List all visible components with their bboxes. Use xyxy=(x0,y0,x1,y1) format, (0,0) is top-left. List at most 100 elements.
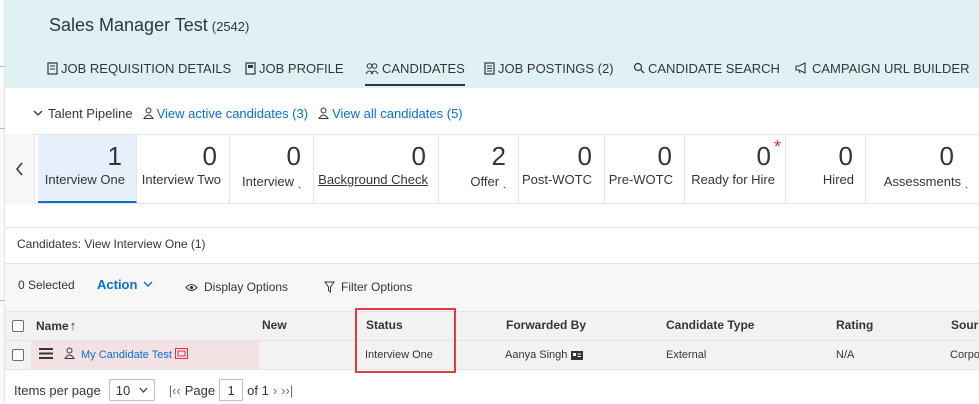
required-flag: * xyxy=(773,137,781,157)
stage-offer[interactable]: 2 Offer ˎ xyxy=(439,135,519,203)
candidates-panel-title: Candidates: View Interview One (1) xyxy=(17,237,206,251)
view-all-candidates-label: View all candidates (5) xyxy=(332,105,463,121)
tab-job-requisition-details[interactable]: JOB REQUISITION DETAILS xyxy=(47,58,231,78)
view-active-candidates-label: View active candidates (3) xyxy=(156,105,309,121)
tab-candidate-search[interactable]: CANDIDATE SEARCH xyxy=(633,58,780,78)
selected-count: 0 Selected xyxy=(18,278,75,292)
page-title: Sales Manager Test (2542) xyxy=(49,15,249,36)
action-menu-button[interactable]: Action xyxy=(97,277,159,292)
person-icon xyxy=(64,347,75,359)
filter-options-label: Filter Options xyxy=(341,280,413,294)
pipeline-toolbar: Talent Pipeline View active candidates (… xyxy=(33,103,473,123)
talent-pipeline-toggle[interactable]: Talent Pipeline xyxy=(33,106,133,121)
tab-label: JOB REQUISITION DETAILS xyxy=(61,60,232,76)
items-per-page-select[interactable]: 10 xyxy=(108,379,155,401)
talent-pipeline-label: Talent Pipeline xyxy=(48,105,133,121)
tab-campaign-url-builder[interactable]: CAMPAIGN URL BUILDER xyxy=(795,58,969,78)
candidate-type-cell: External xyxy=(666,349,707,361)
status-cell: Interview One xyxy=(365,349,433,361)
page-total-label: of 1 xyxy=(247,382,269,398)
display-options-label: Display Options xyxy=(204,280,289,294)
search-icon xyxy=(633,62,645,74)
tab-label: CANDIDATES xyxy=(382,60,465,76)
stage-count: 0 xyxy=(411,141,426,171)
stage-name: Background Check xyxy=(318,172,428,187)
stage-hired[interactable]: 0 Hired xyxy=(786,135,866,203)
people-icon xyxy=(365,62,379,74)
stage-interview-one[interactable]: 1 Interview One xyxy=(38,135,137,203)
page-label: Page xyxy=(184,382,216,398)
stage-count: 0 xyxy=(286,141,301,171)
row-checkbox[interactable] xyxy=(12,349,24,361)
megaphone-icon xyxy=(795,62,806,74)
stage-name: Offer ˎ xyxy=(470,174,507,189)
row-menu-icon[interactable] xyxy=(39,348,53,359)
forwarded-by-name: Aanya Singh xyxy=(505,349,568,361)
view-all-candidates-link[interactable]: View all candidates (5) xyxy=(318,106,463,121)
tab-label: CANDIDATE SEARCH xyxy=(648,60,780,76)
select-all-checkbox[interactable] xyxy=(12,320,24,332)
column-header-rating[interactable]: Rating xyxy=(836,318,873,332)
profile-doc-icon xyxy=(245,61,256,75)
column-header-source[interactable]: Sour xyxy=(951,318,978,332)
chevron-left-icon xyxy=(16,162,23,176)
eye-icon xyxy=(185,283,198,291)
page-root: Sales Manager Test (2542) JOB REQUISITION… xyxy=(0,0,979,404)
stage-interview-two[interactable]: 0 Interview Two xyxy=(137,135,230,203)
forwarded-by-cell: Aanya Singh xyxy=(505,349,584,361)
tab-label: JOB PROFILE xyxy=(259,60,344,76)
stage-name: Ready for Hire xyxy=(691,172,775,187)
stage-count: 0 xyxy=(939,141,954,171)
filter-options-button[interactable]: Filter Options xyxy=(324,280,412,294)
stage-name: Pre-WOTC xyxy=(608,172,673,187)
scroll-left-button[interactable] xyxy=(5,134,35,204)
stage-assessments[interactable]: 0 Assessments ˎ xyxy=(866,135,979,203)
stage-name: Post-WOTC xyxy=(521,172,592,187)
page-number-input[interactable]: 1 xyxy=(219,379,244,401)
tab-label: JOB POSTINGS (2) xyxy=(498,60,614,76)
person-icon xyxy=(142,107,154,119)
stage-count: 1 xyxy=(107,141,122,171)
column-header-candidate-type[interactable]: Candidate Type xyxy=(666,318,754,332)
stage-count: 0 xyxy=(202,141,217,171)
column-header-forwarded-by[interactable]: Forwarded By xyxy=(506,318,586,332)
tab-candidates[interactable]: CANDIDATES xyxy=(365,58,465,86)
stage-interview[interactable]: 0 Interview ˎ xyxy=(230,135,314,203)
job-title: Sales Manager Test xyxy=(49,15,208,35)
list-doc-icon xyxy=(484,61,495,75)
requisition-id: (2542) xyxy=(211,19,250,34)
items-per-page-label: Items per page xyxy=(14,382,101,398)
stage-post-wotc[interactable]: 0 Post-WOTC xyxy=(519,135,605,203)
chevron-down-icon xyxy=(139,387,148,393)
stage-name: Interview One xyxy=(44,172,125,187)
sort-ascending-icon: ↑ xyxy=(69,318,77,333)
stage-background-check[interactable]: 0 Background Check xyxy=(314,135,439,203)
stage-name: Hired xyxy=(822,172,854,187)
last-page-icon[interactable]: ››| xyxy=(281,383,293,398)
page-number-value: 1 xyxy=(227,382,235,398)
stage-count: 2 xyxy=(491,141,506,171)
pagination-bar: Items per page 10 |‹‹ Page 1 of 1 › ››| xyxy=(14,378,293,402)
stage-ready-for-hire[interactable]: 0 * Ready for Hire xyxy=(685,135,786,203)
stage-name: Interview Two xyxy=(141,172,221,187)
rating-cell: N/A xyxy=(836,349,855,361)
stage-count: 0 xyxy=(756,141,771,171)
tab-job-postings[interactable]: JOB POSTINGS (2) xyxy=(484,58,614,78)
contact-card-icon xyxy=(571,350,584,360)
candidate-name-link[interactable]: My Candidate Test xyxy=(81,349,172,361)
stage-pre-wotc[interactable]: 0 Pre-WOTC xyxy=(605,135,685,203)
stage-count: 0 xyxy=(838,141,853,171)
tab-label: CAMPAIGN URL BUILDER xyxy=(812,60,970,76)
person-icon xyxy=(318,107,329,119)
tab-job-profile[interactable]: JOB PROFILE xyxy=(245,58,344,78)
column-header-new[interactable]: New xyxy=(262,318,287,332)
resume-icon[interactable] xyxy=(175,348,188,359)
stage-count: 0 xyxy=(577,141,592,171)
column-header-status[interactable]: Status xyxy=(366,318,403,332)
display-options-button[interactable]: Display Options xyxy=(185,280,288,294)
view-active-candidates-link[interactable]: View active candidates (3) xyxy=(142,105,309,121)
next-page-icon[interactable]: › xyxy=(273,383,277,398)
column-header-name[interactable]: Name ↑ xyxy=(36,318,76,333)
first-page-icon[interactable]: |‹‹ xyxy=(169,383,181,398)
source-cell: Corpo xyxy=(950,349,979,361)
